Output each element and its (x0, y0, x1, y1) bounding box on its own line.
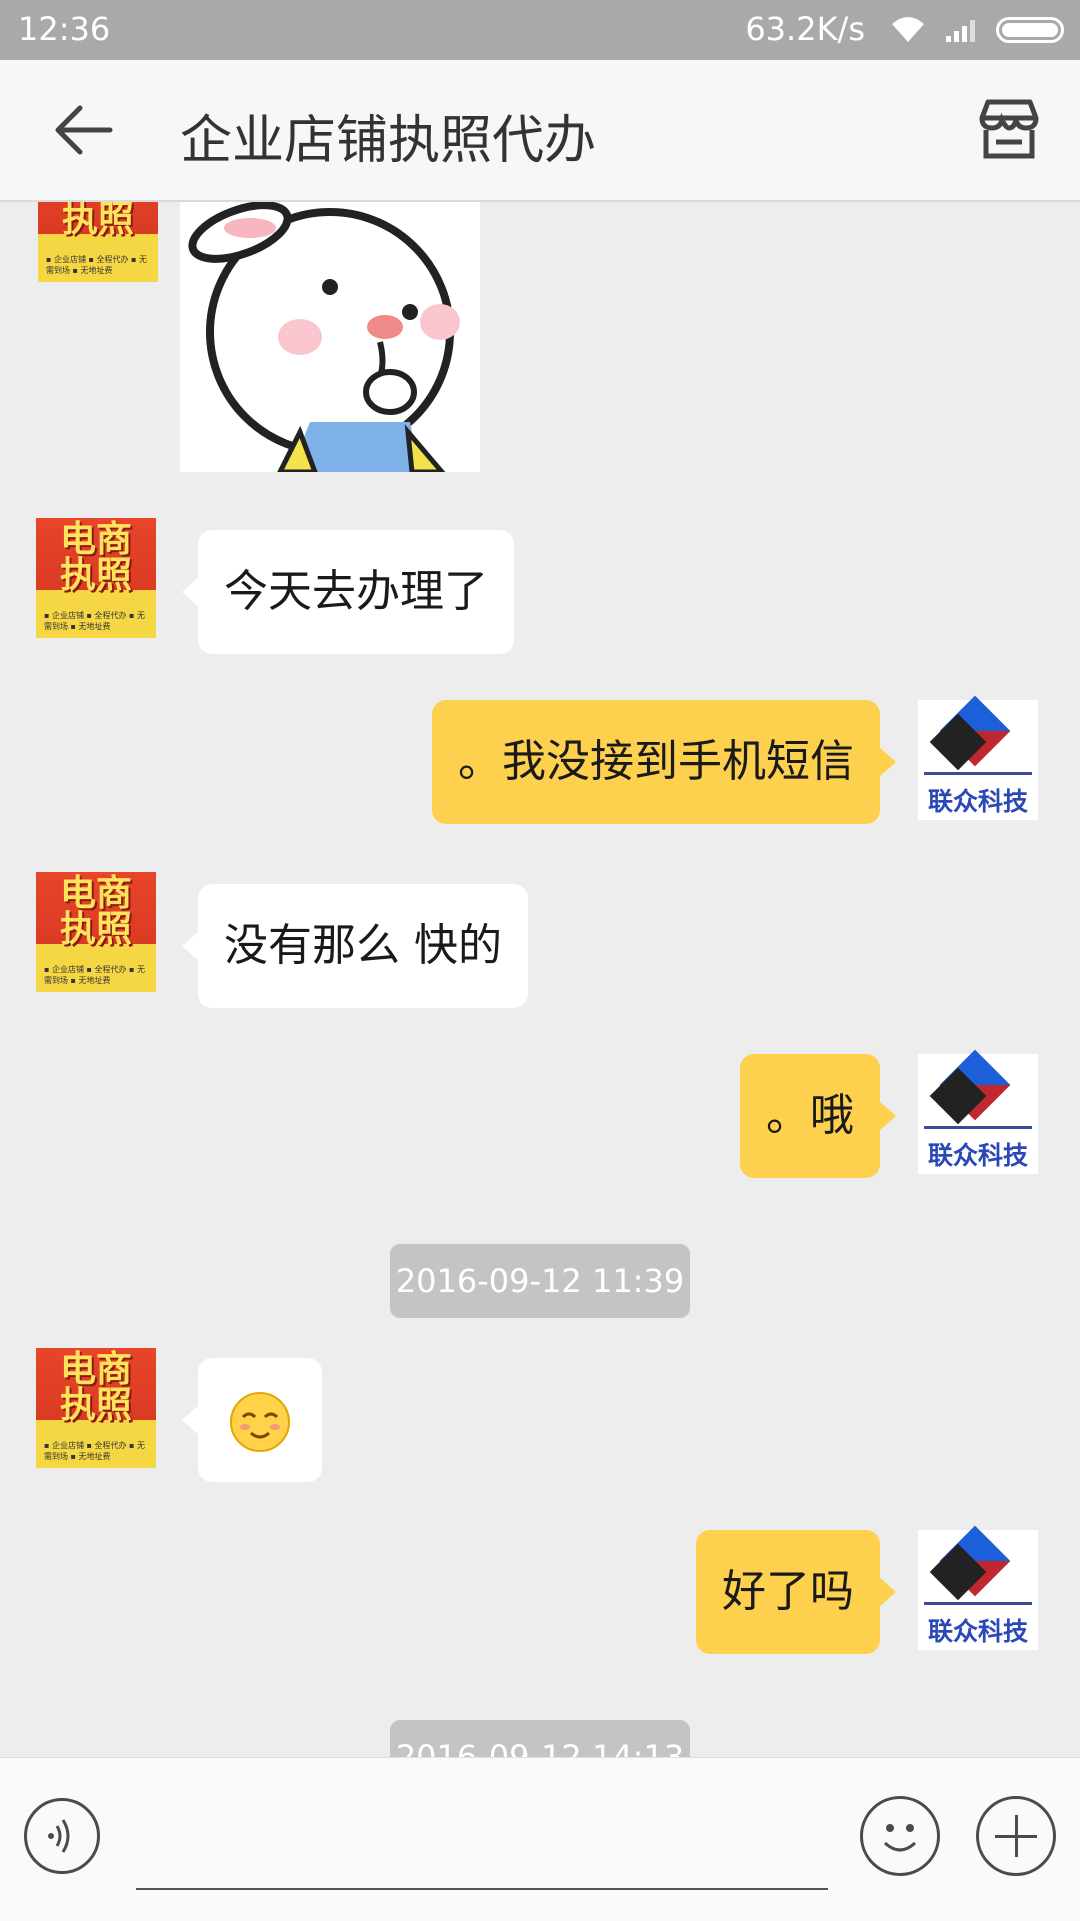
network-speed: 63.2K/s (745, 10, 865, 48)
shop-avatar[interactable]: 电商 执照 ▪ 企业店铺 ▪ 全程代办 ▪ 无需到场 ▪ 无地址费 (38, 202, 158, 282)
message-bubble[interactable]: 好了吗 (696, 1530, 896, 1654)
message-bubble[interactable]: 今天去办理了 (182, 530, 514, 654)
message-bubble[interactable]: 没有那么 快的 (182, 884, 528, 1008)
smile-emoji-icon (230, 1392, 290, 1452)
message-input[interactable] (136, 1888, 828, 1890)
shop-avatar[interactable]: 电商 执照 ▪ 企业店铺 ▪ 全程代办 ▪ 无需到场 ▪ 无地址费 (36, 872, 156, 992)
status-time: 12:36 (18, 10, 111, 48)
shop-avatar[interactable]: 电商 执照 ▪ 企业店铺 ▪ 全程代办 ▪ 无需到场 ▪ 无地址费 (36, 1348, 156, 1468)
plus-button[interactable] (976, 1796, 1056, 1876)
emoji-button[interactable] (860, 1796, 940, 1876)
back-arrow-icon[interactable] (48, 100, 118, 160)
shop-icon[interactable] (976, 96, 1042, 162)
timestamp-label: 2016-09-12 14:13 (390, 1720, 690, 1757)
voice-button[interactable] (24, 1798, 100, 1874)
shop-avatar[interactable]: 电商 执照 ▪ 企业店铺 ▪ 全程代办 ▪ 无需到场 ▪ 无地址费 (36, 518, 156, 638)
signal-icon (946, 20, 975, 42)
user-avatar[interactable]: 联众科技 (918, 1525, 1038, 1650)
timestamp-label: 2016-09-12 11:39 (390, 1244, 690, 1318)
voice-icon (48, 1819, 70, 1853)
status-bar: 12:36 63.2K/s (0, 0, 1080, 60)
user-avatar[interactable]: 联众科技 (918, 1049, 1038, 1174)
message-bubble[interactable] (182, 1358, 322, 1482)
wifi-icon (892, 17, 924, 42)
message-bubble[interactable]: 。哦 (740, 1054, 896, 1178)
user-avatar[interactable]: 联众科技 (918, 695, 1038, 820)
message-list[interactable]: 电商 执照 ▪ 企业店铺 ▪ 全程代办 ▪ 无需到场 ▪ 无地址费 电商 执照 … (0, 202, 1080, 1757)
chat-header: 企业店铺执照代办 (0, 60, 1080, 202)
message-bubble[interactable]: 。我没接到手机短信 (432, 700, 896, 824)
bunny-thinking-sticker[interactable] (180, 202, 480, 472)
smile-icon (883, 1824, 917, 1852)
input-bar (0, 1757, 1080, 1921)
battery-icon (996, 17, 1064, 43)
chat-title: 企业店铺执照代办 (180, 111, 597, 171)
